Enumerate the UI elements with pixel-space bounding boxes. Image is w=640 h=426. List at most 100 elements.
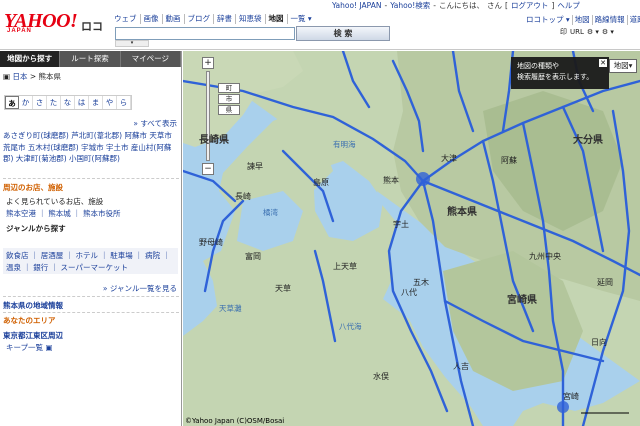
breadcrumb-sep: > <box>27 72 39 81</box>
service-name: ロコ <box>81 20 103 33</box>
keep-list-link[interactable]: キープ一覧 ▣ <box>6 342 53 354</box>
nearby-title: 周辺のお店、施設 <box>3 183 63 192</box>
kana-ta[interactable]: た <box>47 96 61 109</box>
town-list[interactable]: あさぎり町(球磨郡) 芦北町(葦北郡) 阿蘇市 天草市 荒尾市 五木村(球磨郡)… <box>3 130 179 165</box>
route-info-link[interactable]: 路線情報 <box>593 15 628 25</box>
map-label: 大津 <box>441 154 457 163</box>
map-label: 宇土 <box>393 220 409 229</box>
tooltip-line-2: 検索履歴を表示します。 <box>517 73 594 81</box>
map-link[interactable]: 地図 <box>573 15 593 25</box>
map-copyright: ©Yahoo Japan (C)OSM/Bosai <box>185 417 285 425</box>
search-button[interactable]: 検 索 <box>296 26 390 41</box>
map-label: 諫早 <box>247 162 263 171</box>
kana-ra[interactable]: ら <box>117 96 131 109</box>
show-all-link[interactable]: » すべて表示 <box>133 118 177 129</box>
map-view[interactable]: + − 町 市 県 長崎県 熊本県 大分県 宮崎県 熊本 島原 諫早 長崎 有明… <box>183 51 640 426</box>
bracket-close: ] <box>551 1 555 10</box>
logo-sub: JAPAN <box>7 28 32 34</box>
popular-title: よく見られているお店、施設 <box>6 197 104 206</box>
tab-blog[interactable]: ブログ <box>185 14 214 24</box>
keep-icon: ▣ <box>45 343 53 352</box>
tab-dictionary[interactable]: 辞書 <box>214 14 236 24</box>
folder-icon: ▣ <box>3 72 11 81</box>
greeting-suffix: さん <box>487 1 502 10</box>
genre-more-link[interactable]: » ジャンル一覧を見る <box>103 283 177 294</box>
keep-label: キープ一覧 <box>6 343 44 352</box>
loco-top-link[interactable]: ロコトップ ▾ <box>524 15 573 25</box>
kana-a[interactable]: あ <box>5 96 19 109</box>
zoom-in-button[interactable]: + <box>202 57 214 69</box>
zoom-control: + − 町 市 県 <box>202 57 240 175</box>
map-label: 八代 <box>401 288 417 297</box>
yahoo-logo[interactable]: YAHOO! JAPAN <box>4 11 78 35</box>
genre-links[interactable]: 飲食店 ｜ 居酒屋 ｜ ホテル ｜ 駐車場 ｜ 病院 ｜ 温泉 ｜ 銀行 ｜ ス… <box>3 248 178 275</box>
map-label: 天草 <box>275 284 291 293</box>
kana-na[interactable]: な <box>61 96 75 109</box>
road-traffic-link[interactable]: 道路交通 <box>628 15 640 25</box>
map-label: 九州中央 <box>529 252 561 261</box>
kana-sa[interactable]: さ <box>33 96 47 109</box>
map-label: 長崎県 <box>199 135 229 146</box>
sidebar-tabs: 地図から探す ルート探索 マイページ <box>0 51 181 67</box>
logout-link[interactable]: ログアウト <box>511 1 549 10</box>
map-label: 大分県 <box>573 135 603 146</box>
zoom-label-town[interactable]: 町 <box>218 83 240 93</box>
sidebar: 地図から探す ルート探索 マイページ ▣ 日本 > 熊本県 あ か さ た な … <box>0 51 182 426</box>
map-label: 野母崎 <box>199 238 223 247</box>
chevron-down-icon: ▾ <box>628 61 633 70</box>
kana-ma[interactable]: ま <box>89 96 103 109</box>
tab-list[interactable]: 一覧 ▾ <box>288 14 315 24</box>
close-icon[interactable]: ✕ <box>599 59 607 67</box>
tools-icon[interactable]: ⚙ ▾ <box>602 28 614 36</box>
genre-box: 飲食店 ｜ 居酒屋 ｜ ホテル ｜ 駐車場 ｜ 病院 ｜ 温泉 ｜ 銀行 ｜ ス… <box>3 248 178 274</box>
search-options-toggle[interactable]: ▾ <box>115 40 149 47</box>
tab-chiebukuro[interactable]: 知恵袋 <box>236 14 266 24</box>
tool-links: ロコトップ ▾ 地図 路線情報 道路交通 <box>524 15 640 25</box>
settings-icon[interactable]: ⚙ ▾ <box>587 28 599 36</box>
link-yahoo-japan[interactable]: Yahoo! JAPAN <box>332 1 381 10</box>
zoom-slider[interactable] <box>206 71 210 161</box>
divider <box>3 178 179 179</box>
help-link[interactable]: ヘルプ <box>557 1 580 10</box>
kana-ka[interactable]: か <box>19 96 33 109</box>
your-area-title: あなたのエリア <box>3 316 56 325</box>
header: YAHOO! JAPAN ロコ ウェブ 画像 動画 ブログ 辞書 知恵袋 地図 … <box>0 0 640 50</box>
map-canvas[interactable] <box>183 51 640 426</box>
tab-search-from-map[interactable]: 地図から探す <box>0 51 61 67</box>
map-label: 熊本 <box>383 176 399 185</box>
print-icon[interactable]: 印 <box>560 27 567 37</box>
search-input[interactable] <box>115 27 295 40</box>
zoom-label-city[interactable]: 市 <box>218 94 240 104</box>
kana-ha[interactable]: は <box>75 96 89 109</box>
your-area-link[interactable]: 東京都江東区周辺 <box>3 330 63 341</box>
map-label: 宮崎 <box>563 392 579 401</box>
map-type-button[interactable]: 地図▾ <box>609 59 637 73</box>
tab-map[interactable]: 地図 <box>266 14 288 24</box>
url-icon[interactable]: URL <box>570 28 584 36</box>
tab-my-page[interactable]: マイページ <box>121 51 181 67</box>
map-label: 橘湾 <box>263 208 278 217</box>
zoom-out-button[interactable]: − <box>202 163 214 175</box>
map-label: 宮崎県 <box>507 295 537 306</box>
map-label: 上天草 <box>333 262 357 271</box>
tab-web[interactable]: ウェブ <box>111 14 141 24</box>
kana-ya[interactable]: や <box>103 96 117 109</box>
map-type-tooltip: ✕ 地図の種類や 検索履歴を表示します。 <box>511 57 609 89</box>
map-label: 長崎 <box>235 192 251 201</box>
map-label: 八代海 <box>339 322 362 331</box>
sep-2: - <box>433 1 436 10</box>
tab-route-search[interactable]: ルート探索 <box>60 51 121 67</box>
breadcrumb-japan[interactable]: 日本 <box>12 72 27 81</box>
map-label: 水俣 <box>373 372 389 381</box>
area-info-link[interactable]: 熊本県の地域情報 <box>3 300 63 311</box>
map-label: 阿蘇 <box>501 156 517 165</box>
popular-links[interactable]: 熊本空港 ｜ 熊本城 ｜ 熊本市役所 <box>6 208 121 220</box>
tab-video[interactable]: 動画 <box>163 14 185 24</box>
map-label: 五木 <box>413 278 429 287</box>
zoom-label-pref[interactable]: 県 <box>218 105 240 115</box>
link-yahoo-search[interactable]: Yahoo!検索 <box>390 1 430 10</box>
divider <box>3 296 179 297</box>
kana-index: あ か さ た な は ま や ら <box>4 95 132 110</box>
sep-1: - <box>384 1 388 10</box>
tab-image[interactable]: 画像 <box>141 14 163 24</box>
